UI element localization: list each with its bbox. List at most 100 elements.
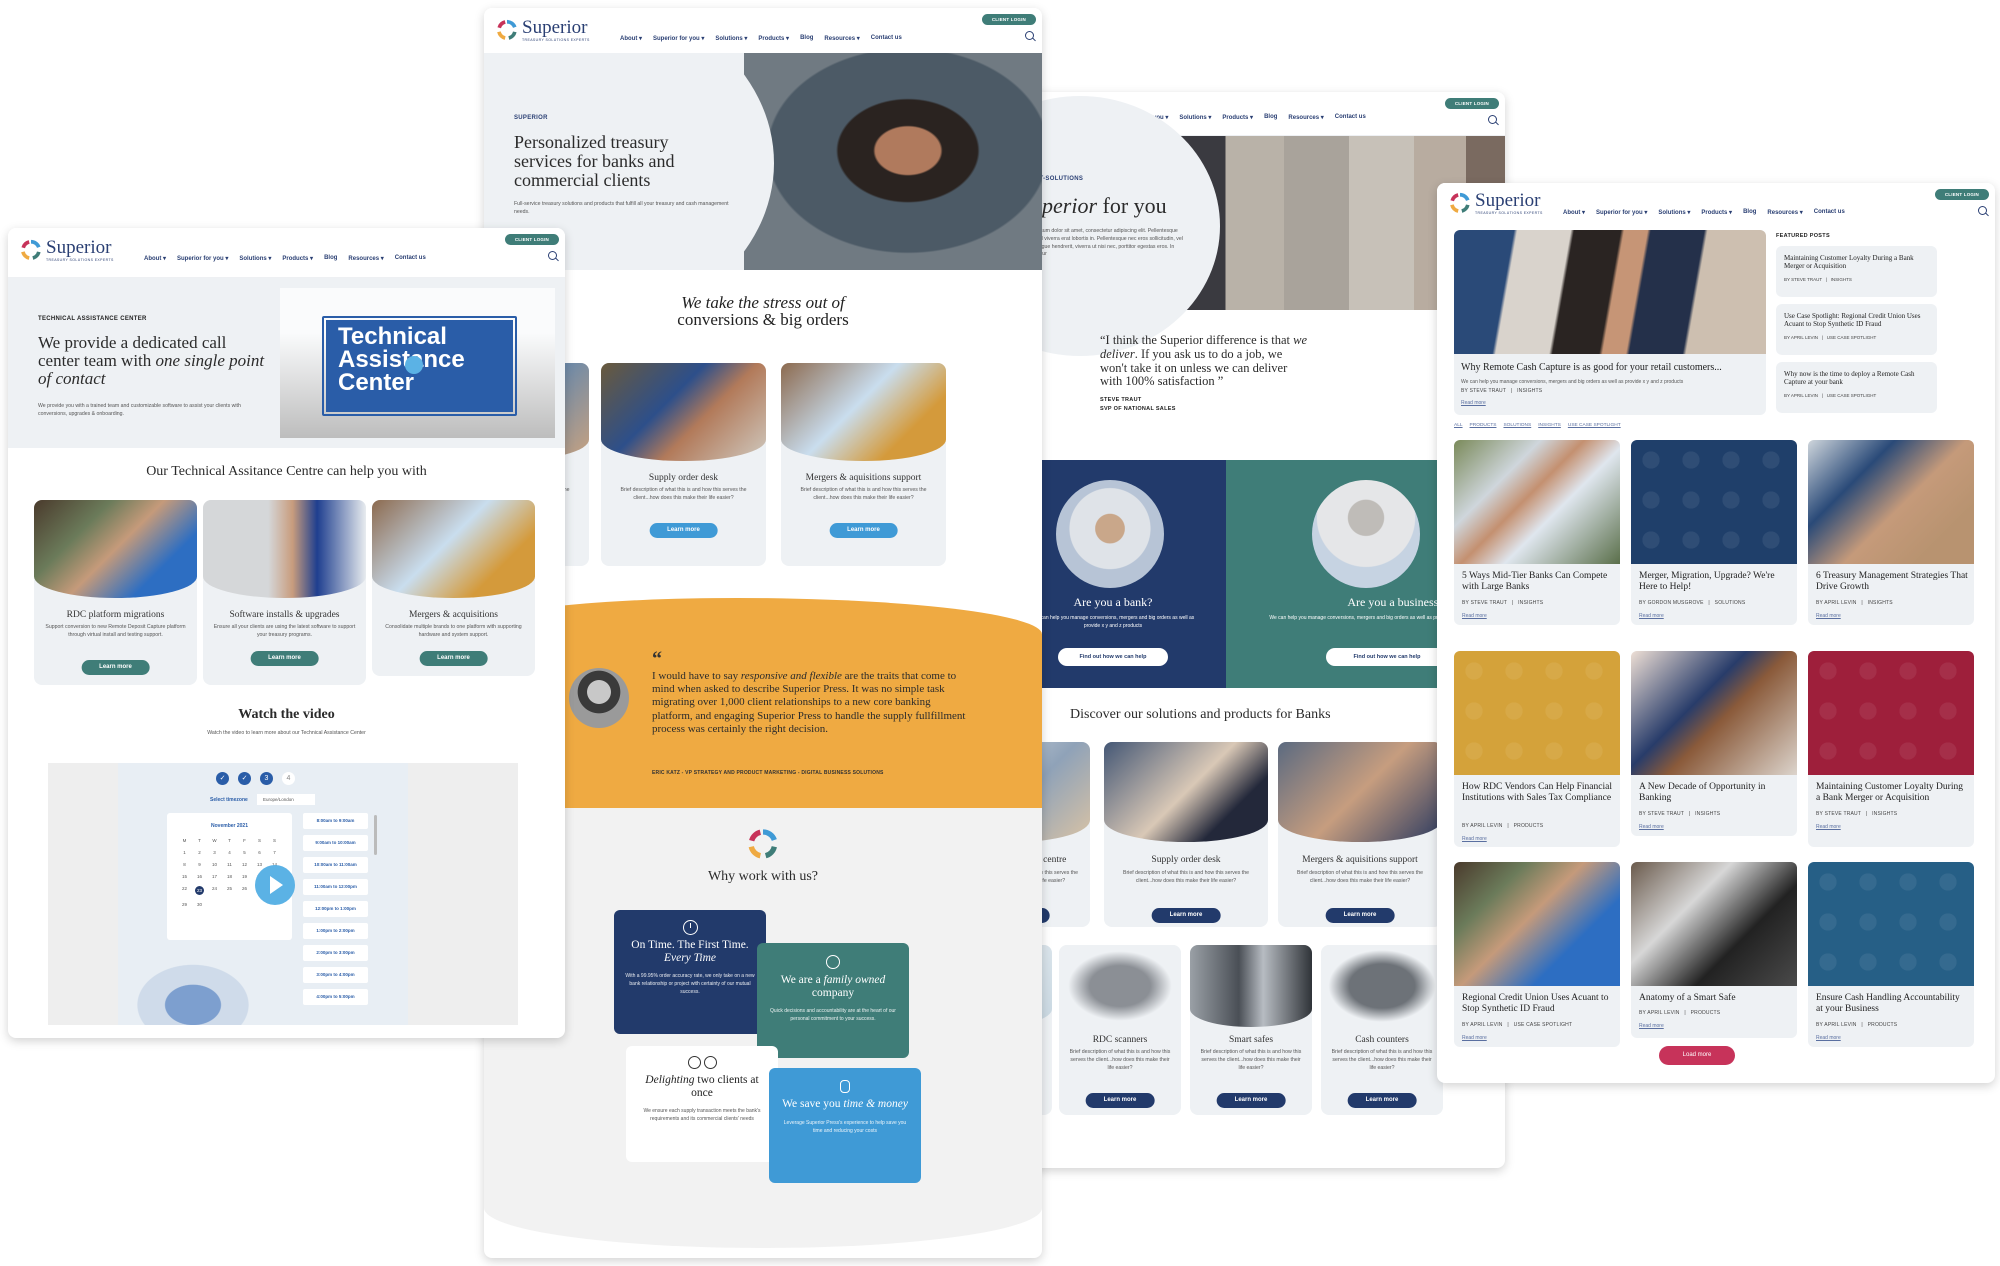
nav-superior-for-you[interactable]: Superior for you ▾ bbox=[1596, 209, 1647, 216]
calendar-day[interactable]: 4 bbox=[222, 850, 237, 855]
nav-resources[interactable]: Resources ▾ bbox=[1767, 209, 1802, 216]
hero-post-title[interactable]: Why Remote Cash Capture is as good for y… bbox=[1461, 362, 1722, 373]
read-more-link[interactable]: Read more bbox=[1639, 824, 1664, 830]
post-title[interactable]: Regional Credit Union Uses Acuant to Sto… bbox=[1462, 993, 1614, 1016]
read-more-link[interactable]: Read more bbox=[1462, 836, 1487, 842]
filter-link[interactable]: INSIGHTS bbox=[1538, 423, 1561, 428]
nav-blog[interactable]: Blog bbox=[1743, 209, 1756, 216]
calendar-day[interactable]: 8 bbox=[177, 862, 192, 867]
calendar-day[interactable]: 13 bbox=[252, 862, 267, 867]
timezone-select[interactable]: Europe/London bbox=[257, 794, 315, 805]
nav-products[interactable]: Products ▾ bbox=[1222, 114, 1253, 121]
nav-solutions[interactable]: Solutions ▾ bbox=[1179, 114, 1211, 121]
read-more-link[interactable]: Read more bbox=[1639, 1023, 1664, 1029]
calendar-day[interactable]: 23 bbox=[195, 886, 204, 895]
time-slot[interactable]: 4:00pm to 5:00pm bbox=[303, 989, 368, 1005]
calendar-day[interactable]: 10 bbox=[207, 862, 222, 867]
nav-about[interactable]: About ▾ bbox=[144, 255, 166, 262]
nav-superior-for-you[interactable]: Superior for you ▾ bbox=[653, 35, 704, 42]
calendar-day[interactable]: 15 bbox=[177, 874, 192, 879]
learn-more-button[interactable]: Learn more bbox=[1216, 1093, 1286, 1108]
calendar-day[interactable]: 29 bbox=[177, 902, 192, 907]
post-card[interactable]: Merger, Migration, Upgrade? We're Here t… bbox=[1631, 440, 1797, 625]
load-more-button[interactable]: Load more bbox=[1659, 1046, 1735, 1065]
calendar-day[interactable]: 19 bbox=[237, 874, 252, 879]
nav-solutions[interactable]: Solutions ▾ bbox=[715, 35, 747, 42]
logo[interactable]: Superior TREASURY SOLUTIONS EXPERTS bbox=[20, 238, 114, 263]
bank-cta-button[interactable]: Find out how we can help bbox=[1058, 648, 1168, 666]
post-card[interactable]: 6 Treasury Management Strategies That Dr… bbox=[1808, 440, 1974, 625]
search-icon[interactable] bbox=[1978, 206, 1987, 215]
post-title[interactable]: Ensure Cash Handling Accountability at y… bbox=[1816, 993, 1968, 1016]
calendar-day[interactable]: 9 bbox=[192, 862, 207, 867]
hero-post[interactable]: Why Remote Cash Capture is as good for y… bbox=[1454, 230, 1766, 415]
client-login-button[interactable]: CLIENT LOGIN bbox=[504, 234, 559, 245]
nav-contact[interactable]: Contact us bbox=[395, 255, 426, 262]
calendar-day[interactable]: 11 bbox=[222, 862, 237, 867]
search-icon[interactable] bbox=[1488, 115, 1497, 124]
calendar-day[interactable]: 2 bbox=[192, 850, 207, 855]
nav-resources[interactable]: Resources ▾ bbox=[348, 255, 383, 262]
slots-scrollbar[interactable] bbox=[374, 815, 377, 855]
nav-resources[interactable]: Resources ▾ bbox=[1288, 114, 1323, 121]
nav-superior-for-you[interactable]: Superior for you ▾ bbox=[177, 255, 228, 262]
client-login-button[interactable]: CLIENT LOGIN bbox=[1444, 98, 1499, 109]
calendar-day[interactable]: 7 bbox=[267, 850, 282, 855]
calendar-day[interactable]: 24 bbox=[207, 886, 222, 895]
learn-more-button[interactable]: Learn more bbox=[829, 523, 898, 538]
post-card[interactable]: Regional Credit Union Uses Acuant to Sto… bbox=[1454, 862, 1620, 1047]
play-icon[interactable] bbox=[405, 356, 423, 374]
time-slot[interactable]: 12:00pm to 1:00pm bbox=[303, 901, 368, 917]
nav-blog[interactable]: Blog bbox=[324, 255, 337, 262]
post-title[interactable]: How RDC Vendors Can Help Financial Insti… bbox=[1462, 782, 1614, 805]
time-slot[interactable]: 10:00am to 11:00am bbox=[303, 857, 368, 873]
learn-more-button[interactable]: Learn more bbox=[250, 651, 319, 666]
read-more-link[interactable]: Read more bbox=[1816, 1035, 1841, 1041]
post-title[interactable]: Maintaining Customer Loyalty During a Ba… bbox=[1816, 782, 1968, 805]
filter-link[interactable]: PRODUCTS bbox=[1470, 423, 1497, 428]
learn-more-button[interactable]: Learn more bbox=[649, 523, 718, 538]
search-icon[interactable] bbox=[548, 251, 557, 260]
calendar-day[interactable]: 25 bbox=[222, 886, 237, 895]
client-login-button[interactable]: CLIENT LOGIN bbox=[1934, 189, 1989, 200]
post-card[interactable]: Anatomy of a Smart Safe BY APRIL LEVIN | … bbox=[1631, 862, 1797, 1038]
read-more-link[interactable]: Read more bbox=[1816, 613, 1841, 619]
nav-products[interactable]: Products ▾ bbox=[1701, 209, 1732, 216]
calendar-day[interactable]: 12 bbox=[237, 862, 252, 867]
calendar-day[interactable]: 3 bbox=[207, 850, 222, 855]
calendar-day[interactable]: 5 bbox=[237, 850, 252, 855]
read-more-link[interactable]: Read more bbox=[1462, 1035, 1487, 1041]
nav-solutions[interactable]: Solutions ▾ bbox=[1658, 209, 1690, 216]
filter-link[interactable]: USE CASE SPOTLIGHT bbox=[1568, 423, 1621, 428]
nav-contact[interactable]: Contact us bbox=[871, 35, 902, 42]
post-card[interactable]: Maintaining Customer Loyalty During a Ba… bbox=[1808, 651, 1974, 847]
learn-more-button[interactable]: Learn more bbox=[1085, 1093, 1155, 1108]
read-more-link[interactable]: Read more bbox=[1462, 613, 1487, 619]
time-slot[interactable]: 3:00pm to 4:00pm bbox=[303, 967, 368, 983]
client-login-button[interactable]: CLIENT LOGIN bbox=[981, 14, 1036, 25]
learn-more-button[interactable]: Learn more bbox=[419, 651, 488, 666]
time-slot[interactable]: 1:00pm to 2:00pm bbox=[303, 923, 368, 939]
learn-more-button[interactable]: Learn more bbox=[1347, 1093, 1417, 1108]
calendar-day[interactable]: 22 bbox=[177, 886, 192, 895]
post-title[interactable]: Merger, Migration, Upgrade? We're Here t… bbox=[1639, 571, 1791, 594]
learn-more-button[interactable]: Learn more bbox=[81, 660, 150, 675]
calendar-day[interactable]: 17 bbox=[207, 874, 222, 879]
video-player[interactable]: ✓ ✓ 3 4 Select timezone Europe/London No… bbox=[48, 763, 518, 1025]
time-slot[interactable]: 2:00pm to 3:00pm bbox=[303, 945, 368, 961]
video-play-button[interactable] bbox=[255, 865, 295, 905]
time-slot[interactable]: 8:00am to 9:00am bbox=[303, 813, 368, 829]
time-slot[interactable]: 9:00am to 10:00am bbox=[303, 835, 368, 851]
calendar-day[interactable]: 30 bbox=[192, 902, 207, 907]
post-card[interactable]: Ensure Cash Handling Accountability at y… bbox=[1808, 862, 1974, 1047]
video-thumbnail[interactable]: Technical Assistance Center bbox=[280, 288, 555, 438]
calendar-day[interactable]: 6 bbox=[252, 850, 267, 855]
featured-post[interactable]: Maintaining Customer Loyalty During a Ba… bbox=[1776, 246, 1937, 297]
calendar-day[interactable]: 16 bbox=[192, 874, 207, 879]
read-more-link[interactable]: Read more bbox=[1639, 613, 1664, 619]
learn-more-button[interactable]: Learn more bbox=[1151, 908, 1221, 923]
post-card[interactable]: 5 Ways Mid-Tier Banks Can Compete with L… bbox=[1454, 440, 1620, 625]
nav-contact[interactable]: Contact us bbox=[1335, 114, 1366, 121]
calendar-day[interactable]: 1 bbox=[177, 850, 192, 855]
nav-about[interactable]: About ▾ bbox=[1563, 209, 1585, 216]
